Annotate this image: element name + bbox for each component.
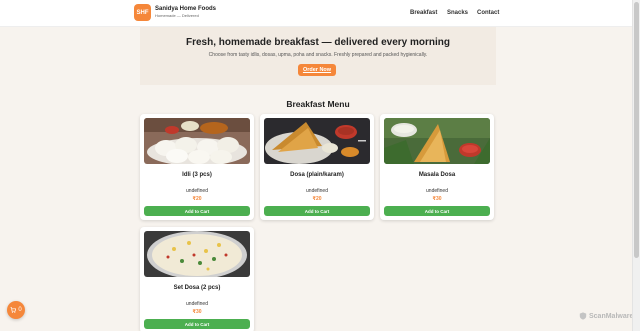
brand-logo[interactable]: SHF	[134, 4, 151, 21]
cart-count: 0	[18, 307, 22, 313]
item-description: undefined	[306, 188, 328, 194]
add-to-cart-button[interactable]: Add to Cart	[264, 206, 370, 216]
masala-dosa-image	[384, 118, 490, 164]
hero-title: Fresh, homemade breakfast — delivered ev…	[186, 37, 450, 48]
item-description: undefined	[426, 188, 448, 194]
item-price: ₹30	[432, 196, 442, 202]
menu-card-dosa: Dosa (plain/karam) undefined ₹20 Add to …	[260, 114, 374, 220]
add-to-cart-button[interactable]: Add to Cart	[144, 206, 250, 216]
menu-card-set-dosa: Set Dosa (2 pcs) undefined ₹30 Add to Ca…	[140, 227, 254, 331]
shield-icon	[579, 312, 587, 320]
watermark: ScanMalware	[579, 312, 633, 320]
hero-banner: Fresh, homemade breakfast — delivered ev…	[140, 27, 496, 85]
nav-contact[interactable]: Contact	[477, 10, 499, 16]
item-name: Set Dosa (2 pcs)	[173, 285, 221, 291]
menu-section-title: Breakfast Menu	[286, 99, 350, 109]
item-name: Idli (3 pcs)	[182, 172, 212, 178]
cart-icon	[10, 307, 17, 313]
add-to-cart-button[interactable]: Add to Cart	[144, 319, 250, 329]
idli-image	[144, 118, 250, 164]
add-to-cart-button[interactable]: Add to Cart	[384, 206, 490, 216]
order-now-button[interactable]: Order Now	[298, 64, 336, 76]
set-dosa-image	[144, 231, 250, 277]
menu-card-masala-dosa: Masala Dosa undefined ₹30 Add to Cart	[380, 114, 494, 220]
item-price: ₹20	[192, 196, 202, 202]
nav-breakfast[interactable]: Breakfast	[410, 10, 437, 16]
item-price: ₹30	[192, 309, 202, 315]
item-name: Dosa (plain/karam)	[290, 172, 344, 178]
menu-card-idli: Idli (3 pcs) undefined ₹20 Add to Cart	[140, 114, 254, 220]
cart-button[interactable]: 0	[7, 301, 25, 319]
page-scrollbar[interactable]	[632, 0, 640, 331]
scrollbar-thumb[interactable]	[634, 2, 639, 258]
site-header: SHF Sanidya Home Foods Homemade — Delive…	[0, 0, 632, 27]
item-description: undefined	[186, 301, 208, 307]
brand-block: Sanidya Home Foods Homemade — Delivered	[155, 6, 216, 19]
brand-name: Sanidya Home Foods	[155, 6, 217, 12]
item-name: Masala Dosa	[418, 172, 456, 178]
item-description: undefined	[186, 188, 208, 194]
watermark-text: ScanMalware	[589, 312, 634, 320]
hero-subtitle: Choose from tasty idlis, dosas, upma, po…	[208, 52, 428, 58]
dosa-image	[264, 118, 370, 164]
nav-snacks[interactable]: Snacks	[447, 10, 468, 16]
item-price: ₹20	[312, 196, 322, 202]
brand-tagline: Homemade — Delivered	[155, 13, 199, 18]
